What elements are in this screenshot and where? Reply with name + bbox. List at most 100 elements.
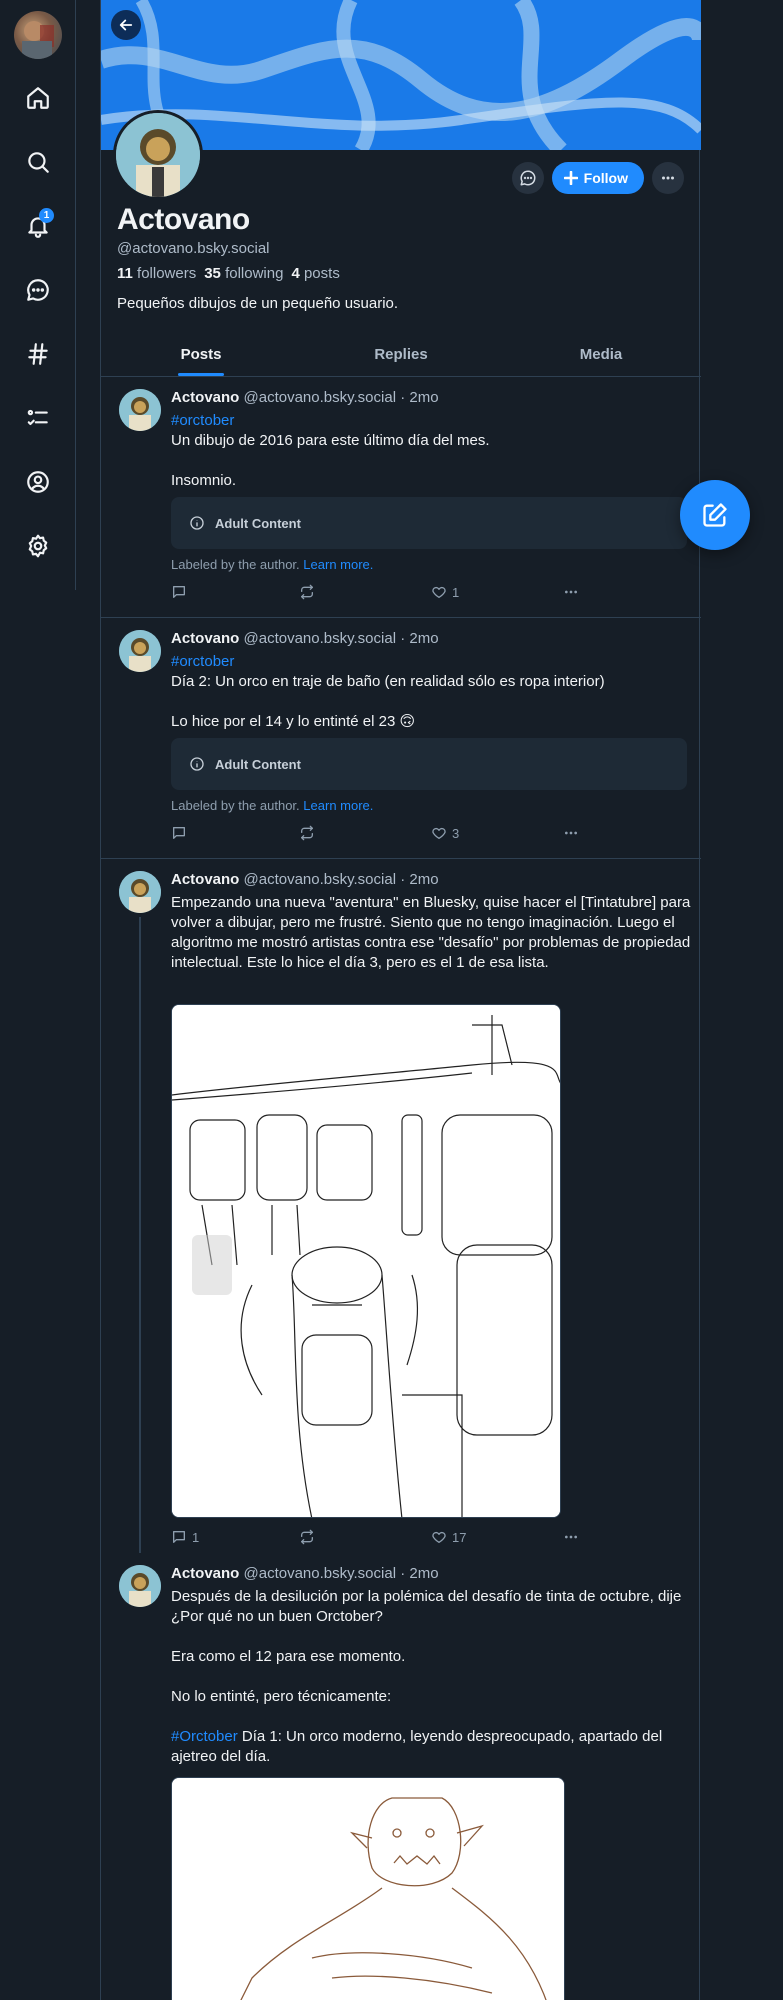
post-avatar[interactable]: [119, 389, 161, 431]
post-handle-time: @actovano.bsky.social · 2mo: [243, 630, 439, 647]
backpack-sketch: [172, 1005, 560, 1517]
adult-content-warning[interactable]: Adult Content: [171, 497, 687, 549]
post-avatar[interactable]: [119, 1565, 161, 1607]
profile-actions: Follow: [511, 162, 684, 194]
repost-button[interactable]: [299, 1529, 320, 1545]
profile-handle: @actovano.bsky.social: [117, 240, 270, 257]
info-icon: [190, 516, 204, 530]
tab-media[interactable]: Media: [501, 332, 701, 376]
compose-button[interactable]: [680, 480, 750, 550]
post-actions: 1: [171, 584, 591, 604]
following-stat[interactable]: 35 following: [204, 265, 283, 282]
post-more-button[interactable]: [563, 825, 579, 841]
posts-stat: 4 posts: [291, 265, 340, 282]
post-text: Empezando una nueva "aventura" en Bluesk…: [171, 894, 691, 971]
message-button[interactable]: [511, 162, 544, 194]
post-author[interactable]: Actovano: [171, 630, 239, 647]
post-author[interactable]: Actovano: [171, 389, 239, 406]
reply-button[interactable]: 1: [171, 1529, 199, 1545]
plus-icon: [563, 171, 578, 185]
followers-stat[interactable]: 11 followers: [117, 265, 196, 282]
label-notice: Labeled by the author. Learn more.: [171, 798, 374, 813]
notification-badge: 1: [39, 208, 54, 223]
chat-icon[interactable]: [18, 270, 58, 310]
post-item[interactable]: Actovano @actovano.bsky.social · 2mo #or…: [101, 618, 701, 858]
post-item[interactable]: Actovano @actovano.bsky.social · 2mo Des…: [101, 1553, 701, 2000]
thread-line: [139, 917, 141, 1553]
ellipsis-icon: [565, 590, 577, 594]
adult-content-warning[interactable]: Adult Content: [171, 738, 687, 790]
post-handle-time: @actovano.bsky.social · 2mo: [243, 1565, 439, 1582]
info-icon: [190, 757, 204, 771]
profile-avatar[interactable]: [113, 110, 203, 200]
post-item[interactable]: Actovano @actovano.bsky.social · 2mo #or…: [101, 377, 701, 617]
heart-icon: [432, 586, 446, 598]
more-options-button[interactable]: [652, 162, 684, 194]
repost-icon: [301, 584, 313, 600]
reply-button[interactable]: [171, 825, 192, 841]
reply-button[interactable]: [171, 584, 192, 600]
tab-posts[interactable]: Posts: [101, 332, 301, 376]
follow-button[interactable]: Follow: [551, 162, 644, 194]
post-image[interactable]: [171, 1777, 565, 2000]
post-handle-time: @actovano.bsky.social · 2mo: [243, 389, 439, 406]
search-icon[interactable]: [18, 142, 58, 182]
post-actions: 1 17: [171, 1529, 591, 1549]
profile-icon[interactable]: [18, 462, 58, 502]
reply-icon: [173, 586, 185, 598]
compose-icon: [703, 503, 727, 527]
bell-icon[interactable]: 1: [18, 206, 58, 246]
post-text: #orctober Día 2: Un orco en traje de bañ…: [171, 653, 605, 730]
heart-icon: [432, 827, 446, 839]
post-text: #orctober Un dibujo de 2016 para este úl…: [171, 412, 490, 489]
post-actions: 3: [171, 825, 591, 845]
ellipsis-icon: [565, 1535, 577, 1539]
hashtag-link[interactable]: #orctober: [171, 653, 234, 670]
repost-button[interactable]: [299, 584, 320, 600]
post-image[interactable]: [171, 1004, 561, 1518]
ellipsis-icon: [662, 176, 674, 180]
post-header: Actovano @actovano.bsky.social · 2mo: [171, 871, 439, 888]
user-avatar[interactable]: [14, 11, 62, 59]
repost-button[interactable]: [299, 825, 320, 841]
learn-more-link[interactable]: Learn more.: [303, 798, 373, 813]
list-icon[interactable]: [18, 398, 58, 438]
post-more-button[interactable]: [563, 1529, 579, 1545]
post-more-button[interactable]: [563, 584, 579, 600]
reply-icon: [173, 1531, 185, 1543]
tab-replies[interactable]: Replies: [301, 332, 501, 376]
post-header: Actovano @actovano.bsky.social · 2mo: [171, 1565, 439, 1582]
profile-stats: 11 followers 35 following 4 posts: [117, 265, 340, 282]
hashtag-icon[interactable]: [18, 334, 58, 374]
repost-icon: [301, 825, 313, 841]
profile-tabs: Posts Replies Media: [101, 332, 701, 377]
repost-icon: [301, 1529, 313, 1545]
ellipsis-icon: [565, 831, 577, 835]
label-notice: Labeled by the author. Learn more.: [171, 557, 374, 572]
post-text: Después de la desilución por la polémica…: [171, 1588, 682, 1765]
post-item[interactable]: Actovano @actovano.bsky.social · 2mo Emp…: [101, 859, 701, 1553]
follow-label: Follow: [583, 170, 628, 186]
post-avatar[interactable]: [119, 630, 161, 672]
post-author[interactable]: Actovano: [171, 871, 239, 888]
profile-column: Follow Actovano @actovano.bsky.social 11…: [100, 0, 701, 2000]
heart-icon: [432, 1531, 446, 1543]
gear-icon[interactable]: [18, 526, 58, 566]
learn-more-link[interactable]: Learn more.: [303, 557, 373, 572]
hashtag-link[interactable]: #Orctober: [171, 1728, 238, 1745]
post-author[interactable]: Actovano: [171, 1565, 239, 1582]
like-button[interactable]: 1: [431, 584, 459, 600]
post-header: Actovano @actovano.bsky.social · 2mo: [171, 389, 439, 406]
post-avatar[interactable]: [119, 871, 161, 913]
left-nav: 1: [0, 0, 76, 590]
post-header: Actovano @actovano.bsky.social · 2mo: [171, 630, 439, 647]
display-name: Actovano: [117, 203, 250, 236]
profile-bio: Pequeños dibujos de un pequeño usuario.: [117, 295, 399, 312]
orc-sketch: [172, 1778, 564, 2000]
home-icon[interactable]: [18, 78, 58, 118]
hashtag-link[interactable]: #orctober: [171, 412, 234, 429]
like-button[interactable]: 3: [431, 825, 459, 841]
reply-icon: [173, 827, 185, 839]
back-button[interactable]: [111, 10, 141, 40]
like-button[interactable]: 17: [431, 1529, 466, 1545]
